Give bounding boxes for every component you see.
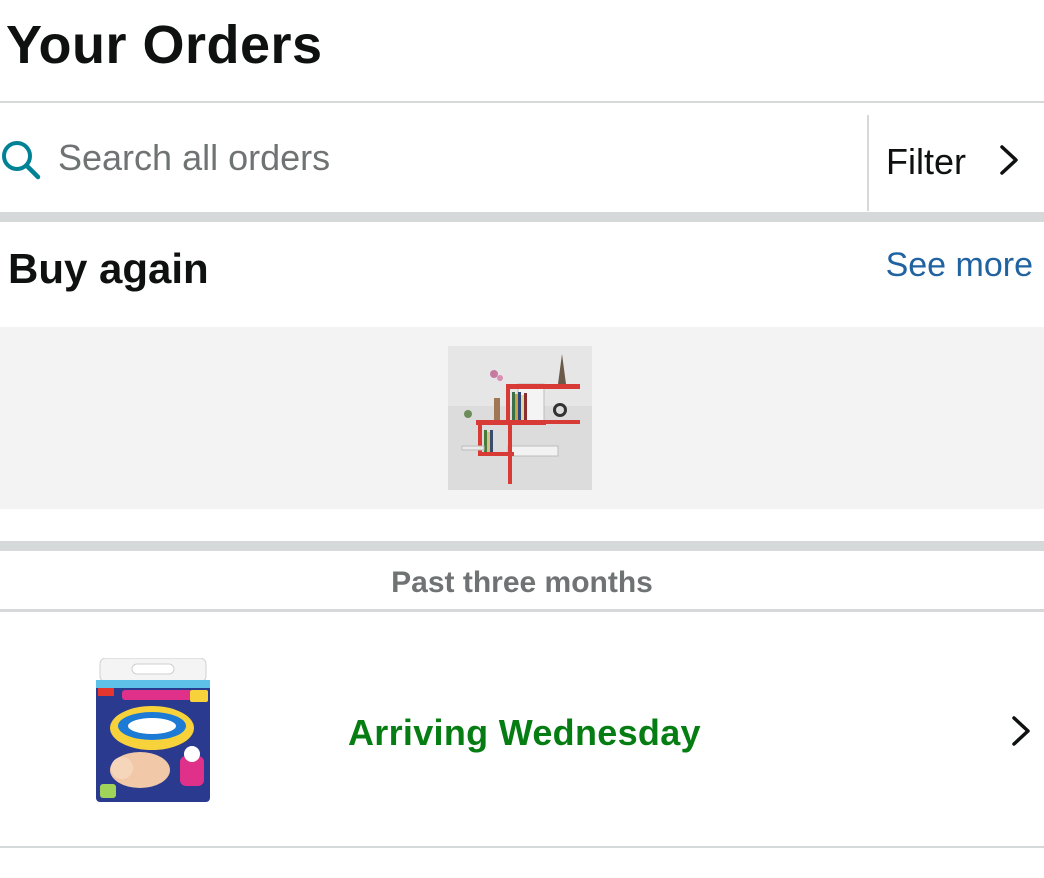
page-title: Your Orders [6,15,323,75]
wall-shelf-product-image[interactable] [448,346,592,490]
search-icon [2,141,41,180]
order-period-label: Past three months [391,566,653,599]
chevron-right-icon [1000,145,1018,175]
filter-label: Filter [886,141,966,182]
search-box[interactable] [0,103,867,212]
order-status: Arriving Wednesday [348,712,701,753]
diaper-pack-illustration [96,657,210,802]
see-more-link[interactable]: See more [886,246,1033,285]
chevron-right-icon[interactable] [1010,714,1032,748]
search-input[interactable] [58,133,848,183]
buy-again-title: Buy again [8,245,209,292]
section-divider [0,212,1044,222]
diaper-pack-product-image [92,657,214,804]
row-divider [0,846,1044,848]
order-row[interactable]: Arriving Wednesday [0,612,1044,846]
filter-button[interactable]: Filter [869,103,1044,212]
wall-shelf-illustration [448,346,592,490]
search-row: Filter [0,103,1044,212]
section-divider [0,541,1044,551]
buy-again-carousel [0,327,1044,509]
